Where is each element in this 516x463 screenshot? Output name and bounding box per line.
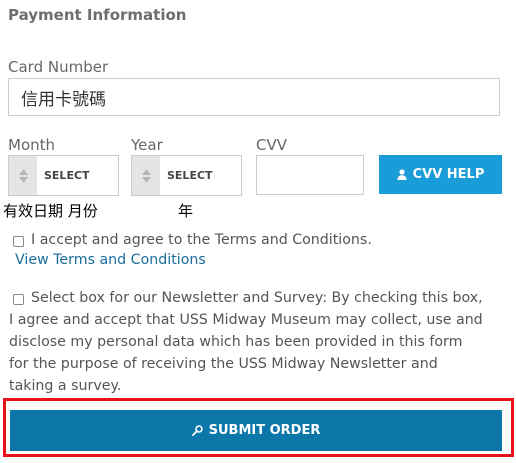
newsletter-text-line: I agree and accept that USS Midway Museu… [9,312,483,328]
newsletter-text-line: for the purpose of receiving the USS Mid… [9,356,438,372]
month-select-value: SELECT [44,169,90,182]
newsletter-text-line: disclose my personal data which has been… [9,334,463,350]
year-select-value: SELECT [167,169,213,182]
terms-checkbox-label: I accept and agree to the Terms and Cond… [31,232,372,248]
card-number-label: Card Number [8,58,109,76]
person-icon [397,169,407,180]
month-select[interactable]: SELECT [8,155,119,196]
submit-order-button[interactable]: SUBMIT ORDER [10,410,502,451]
card-number-input[interactable] [8,78,500,116]
submit-order-label: SUBMIT ORDER [208,423,321,438]
newsletter-text: Select box for our Newsletter and Survey… [9,287,509,397]
terms-checkbox[interactable] [13,236,24,247]
select-arrows-icon [9,156,37,195]
key-icon [191,425,203,436]
month-label: Month [8,136,56,154]
select-arrows-icon [132,156,160,195]
cvv-help-button[interactable]: CVV HELP [379,155,502,194]
month-annotation: 有效日期 月份 [3,202,98,220]
cvv-label: CVV [256,136,287,154]
newsletter-text-line: Select box for our Newsletter and Survey… [31,290,483,306]
view-terms-link[interactable]: View Terms and Conditions [15,252,206,268]
section-title: Payment Information [8,6,187,24]
year-select[interactable]: SELECT [131,155,242,196]
year-label: Year [131,136,163,154]
newsletter-text-line: taking a survey. [9,378,122,394]
cvv-help-label: CVV HELP [412,167,485,182]
cvv-input[interactable] [256,155,364,195]
year-annotation: 年 [178,202,194,220]
